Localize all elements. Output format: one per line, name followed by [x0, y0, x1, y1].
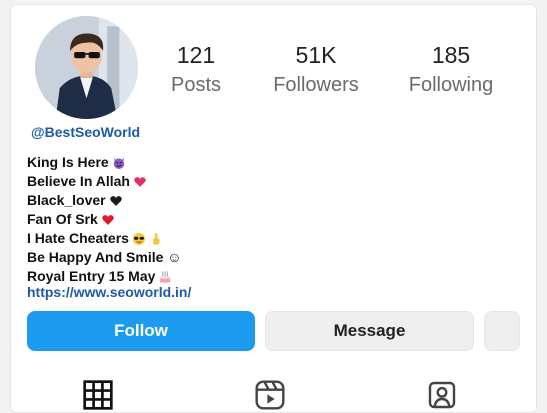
bio-line: Black_lover [27, 191, 182, 210]
reels-tab[interactable] [254, 379, 286, 411]
bio-text: Believe In Allah [27, 173, 130, 189]
bio-line: Be Happy And Smile ☺ [27, 248, 182, 267]
posts-grid-tab[interactable] [82, 379, 114, 411]
black-heart-emoji-icon [109, 195, 122, 206]
bio-line: I Hate Cheaters [27, 229, 182, 248]
bio-text: Fan Of Srk [27, 211, 98, 227]
bio-text: King Is Here [27, 154, 109, 170]
profile-card: 121 Posts 51K Followers 185 Following @B… [10, 4, 537, 413]
website-link[interactable]: https://www.seoworld.in/ [27, 284, 191, 300]
following-count: 185 [431, 42, 471, 68]
sunglasses-emoji-icon [132, 232, 145, 245]
avatar[interactable] [35, 16, 138, 119]
followers-count: 51K [295, 42, 337, 68]
follow-button[interactable]: Follow [27, 311, 255, 351]
username: @BestSeoWorld [31, 124, 141, 140]
grid-icon [83, 380, 113, 410]
red-heart-emoji-icon [101, 214, 114, 225]
posts-stat[interactable]: 121 Posts [166, 41, 226, 99]
devil-emoji-icon [113, 156, 124, 169]
sparkling-heart-emoji-icon [134, 175, 147, 187]
reels-icon [255, 380, 285, 410]
pointing-up-emoji-icon [153, 232, 160, 245]
bio-line: Believe In Allah [27, 172, 182, 191]
following-stat[interactable]: 185 Following [401, 41, 501, 99]
suggested-accounts-button[interactable] [484, 311, 520, 351]
bio-text: Be Happy And Smile ☺ [27, 249, 182, 265]
birthday-cake-emoji-icon [160, 270, 171, 283]
posts-label: Posts [170, 74, 222, 96]
avatar-image [35, 16, 138, 119]
posts-count: 121 [176, 42, 216, 68]
tagged-icon [428, 381, 456, 409]
bio-line: Fan Of Srk [27, 210, 182, 229]
bio: King Is Here Believe In Allah Black_love… [27, 153, 182, 286]
bio-line: King Is Here [27, 153, 182, 172]
tagged-tab[interactable] [426, 379, 458, 411]
message-button[interactable]: Message [265, 311, 474, 351]
bio-text: Black_lover [27, 192, 106, 208]
bio-text: I Hate Cheaters [27, 230, 129, 246]
following-label: Following [408, 74, 494, 96]
followers-label: Followers [273, 74, 359, 96]
followers-stat[interactable]: 51K Followers [266, 41, 366, 99]
